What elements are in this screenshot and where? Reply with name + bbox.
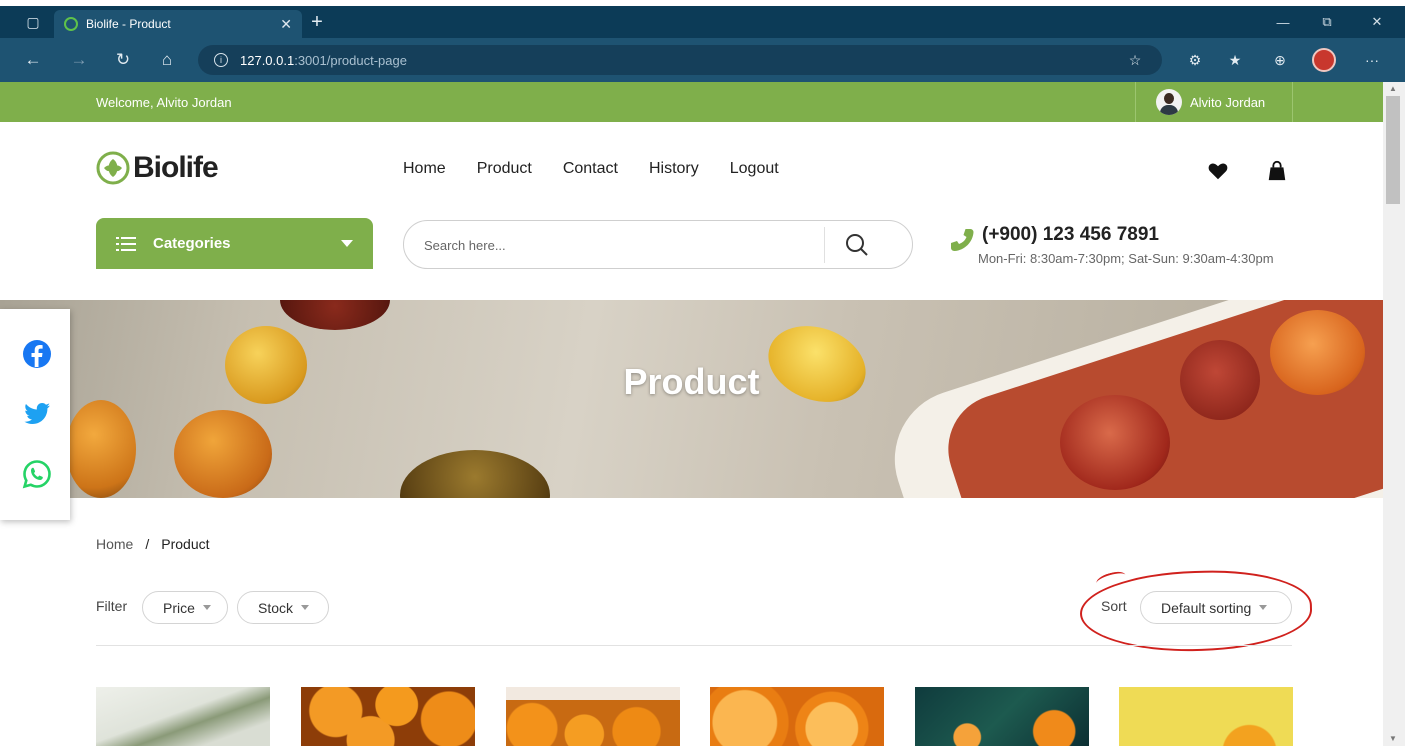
main-nav: Home Product Contact History Logout — [403, 160, 810, 178]
oranges-price-tag-image[interactable] — [506, 687, 680, 746]
search-input[interactable] — [424, 234, 814, 256]
banner-title: Product — [623, 361, 760, 402]
stock-filter-label: Stock — [258, 599, 294, 616]
scroll-up-icon[interactable]: ▲ — [1389, 84, 1397, 93]
forward-icon[interactable]: → — [64, 38, 94, 82]
heart-icon[interactable] — [1207, 160, 1229, 182]
filter-label: Filter — [96, 598, 128, 614]
user-name: Alvito Jordan — [1190, 94, 1266, 110]
opening-hours: Mon-Fri: 8:30am-7:30pm; Sat-Sun: 9:30am-… — [978, 251, 1274, 266]
browser-address-bar: ← → ↻ ⌂ i 127.0.0.1:3001/product-page ☆ … — [0, 38, 1405, 82]
tab-title: Biolife - Product — [86, 17, 171, 31]
minimize-icon[interactable]: — — [1261, 6, 1305, 38]
categories-label: Categories — [153, 235, 231, 252]
nav-contact[interactable]: Contact — [563, 160, 618, 178]
nav-history[interactable]: History — [649, 160, 699, 178]
social-sidebar — [0, 309, 70, 520]
profile-avatar[interactable] — [1312, 48, 1336, 72]
back-icon[interactable]: ← — [18, 38, 48, 82]
page-banner: Product — [0, 300, 1383, 498]
whatsapp-icon[interactable] — [22, 459, 52, 489]
welcome-text: Welcome, Alvito Jordan — [96, 94, 232, 110]
url-host: 127.0.0.1 — [240, 52, 295, 68]
add-favorite-icon[interactable]: ☆ — [1120, 38, 1150, 82]
browser-tab-bar: ▢ Biolife - Product ✕ + — ⧉ ✕ — [0, 6, 1405, 38]
refresh-icon[interactable]: ↻ — [108, 38, 138, 82]
nav-home[interactable]: Home — [403, 160, 446, 178]
banner-tomato — [1060, 395, 1170, 490]
new-tab-icon[interactable]: + — [306, 6, 328, 38]
user-menu[interactable]: Alvito Jordan — [1135, 82, 1293, 122]
more-icon[interactable]: ··· — [1357, 38, 1387, 82]
breadcrumb-current: Product — [161, 536, 210, 552]
banner-tomato — [174, 410, 272, 498]
user-avatar — [1156, 89, 1182, 115]
oranges-image[interactable] — [301, 687, 475, 746]
price-filter-dropdown[interactable]: Price — [142, 591, 228, 624]
breadcrumb-separator: / — [145, 536, 150, 552]
caret-down-icon — [341, 240, 353, 247]
extensions-icon[interactable]: ⚙ — [1180, 38, 1210, 82]
scrollbar-thumb[interactable] — [1386, 96, 1400, 204]
categories-button[interactable]: Categories — [96, 218, 373, 269]
phone-icon — [951, 229, 974, 251]
nav-logout[interactable]: Logout — [730, 160, 779, 178]
site-top-bar: Welcome, Alvito Jordan Alvito Jordan — [0, 82, 1383, 122]
search-box — [403, 220, 913, 269]
search-icon[interactable] — [844, 232, 870, 258]
collections-icon[interactable]: ⊕ — [1265, 38, 1295, 82]
leaf-logo-icon — [96, 151, 130, 185]
orange-slices-image[interactable] — [710, 687, 884, 746]
scroll-down-icon[interactable]: ▼ — [1389, 734, 1397, 743]
twitter-icon[interactable] — [22, 399, 52, 429]
phone-number[interactable]: (+900) 123 456 7891 — [982, 224, 1159, 246]
shopping-bag-icon[interactable] — [1266, 160, 1288, 182]
chevron-down-icon — [202, 605, 211, 610]
site-info-icon[interactable]: i — [214, 53, 228, 67]
plant-image[interactable] — [96, 687, 270, 746]
facebook-icon[interactable] — [22, 339, 52, 369]
divider-line — [96, 645, 1292, 646]
tab-close-icon[interactable]: ✕ — [280, 16, 292, 33]
banner-tomato — [66, 400, 136, 498]
brand-name: Biolife — [133, 151, 219, 184]
close-window-icon[interactable]: ✕ — [1355, 6, 1399, 38]
url-bar[interactable]: i 127.0.0.1:3001/product-page — [198, 45, 1162, 75]
stock-filter-dropdown[interactable]: Stock — [237, 591, 329, 624]
site-logo[interactable]: Biolife — [96, 148, 219, 188]
page-scrollbar[interactable]: ▲ ▼ — [1383, 82, 1405, 746]
home-icon[interactable]: ⌂ — [152, 38, 182, 82]
yellow-citrus-image[interactable] — [1119, 687, 1293, 746]
list-icon — [116, 236, 136, 251]
favicon — [64, 17, 78, 31]
restore-icon[interactable]: ⧉ — [1305, 6, 1349, 38]
favorites-icon[interactable]: ★ — [1220, 38, 1250, 82]
browser-tab[interactable]: Biolife - Product ✕ — [54, 10, 302, 38]
oranges-leaves-image[interactable] — [915, 687, 1089, 746]
chevron-down-icon — [301, 605, 310, 610]
price-filter-label: Price — [163, 599, 195, 616]
url-path: :3001/product-page — [294, 52, 407, 68]
breadcrumb-home[interactable]: Home — [96, 536, 133, 552]
search-divider — [824, 227, 825, 263]
nav-product[interactable]: Product — [477, 160, 532, 178]
tab-actions-icon[interactable]: ▢ — [20, 6, 46, 38]
breadcrumb: Home / Product — [96, 536, 210, 552]
